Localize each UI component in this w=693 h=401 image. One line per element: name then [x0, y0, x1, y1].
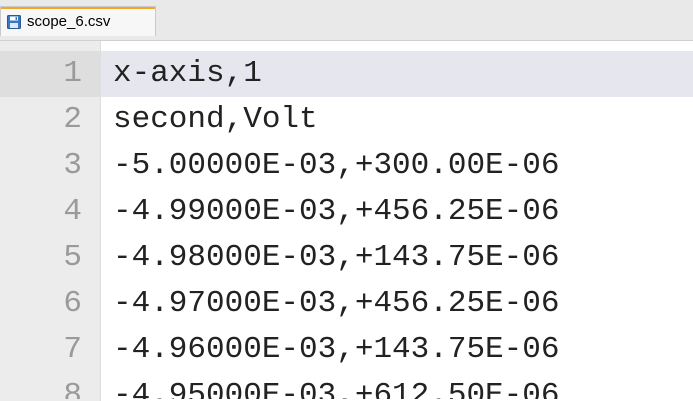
- editor-line[interactable]: 5 -4.98000E-03,+143.75E-06: [0, 235, 693, 281]
- line-text[interactable]: -4.95000E-03,+612.50E-06: [113, 373, 559, 399]
- line-text[interactable]: -4.98000E-03,+143.75E-06: [113, 235, 559, 281]
- editor-line[interactable]: 7 -4.96000E-03,+143.75E-06: [0, 327, 693, 373]
- text-editor[interactable]: 1 x-axis,1 2 second,Volt 3 -5.00000E-03,…: [0, 41, 693, 401]
- line-number: 5: [63, 240, 82, 275]
- editor-line[interactable]: 1 x-axis,1: [0, 51, 693, 97]
- line-text[interactable]: -4.97000E-03,+456.25E-06: [113, 281, 559, 327]
- line-text[interactable]: -4.99000E-03,+456.25E-06: [113, 189, 559, 235]
- save-icon: [7, 14, 21, 29]
- tab-bar: scope_6.csv: [0, 0, 693, 41]
- line-number: 2: [63, 102, 82, 137]
- line-number: 1: [63, 56, 82, 91]
- line-number: 6: [63, 286, 82, 321]
- editor-line[interactable]: 6 -4.97000E-03,+456.25E-06: [0, 281, 693, 327]
- line-text[interactable]: -5.00000E-03,+300.00E-06: [113, 143, 559, 189]
- line-text[interactable]: x-axis,1: [113, 51, 262, 97]
- line-number: 3: [63, 148, 82, 183]
- line-number: 4: [63, 194, 82, 229]
- editor-line[interactable]: 2 second,Volt: [0, 97, 693, 143]
- editor-lines: 1 x-axis,1 2 second,Volt 3 -5.00000E-03,…: [0, 51, 693, 399]
- line-text[interactable]: second,Volt: [113, 97, 318, 143]
- editor-window: scope_6.csv 1 x-axis,1 2 second,Volt 3 -…: [0, 0, 693, 401]
- tab-scope-6-csv[interactable]: scope_6.csv: [0, 6, 156, 36]
- line-number: 8: [63, 378, 82, 399]
- tab-filename: scope_6.csv: [27, 13, 111, 30]
- active-tab-indicator: [1, 7, 155, 9]
- editor-line[interactable]: 4 -4.99000E-03,+456.25E-06: [0, 189, 693, 235]
- editor-line[interactable]: 3 -5.00000E-03,+300.00E-06: [0, 143, 693, 189]
- line-text[interactable]: -4.96000E-03,+143.75E-06: [113, 327, 559, 373]
- editor-line[interactable]: 8 -4.95000E-03,+612.50E-06: [0, 373, 693, 399]
- line-number: 7: [63, 332, 82, 367]
